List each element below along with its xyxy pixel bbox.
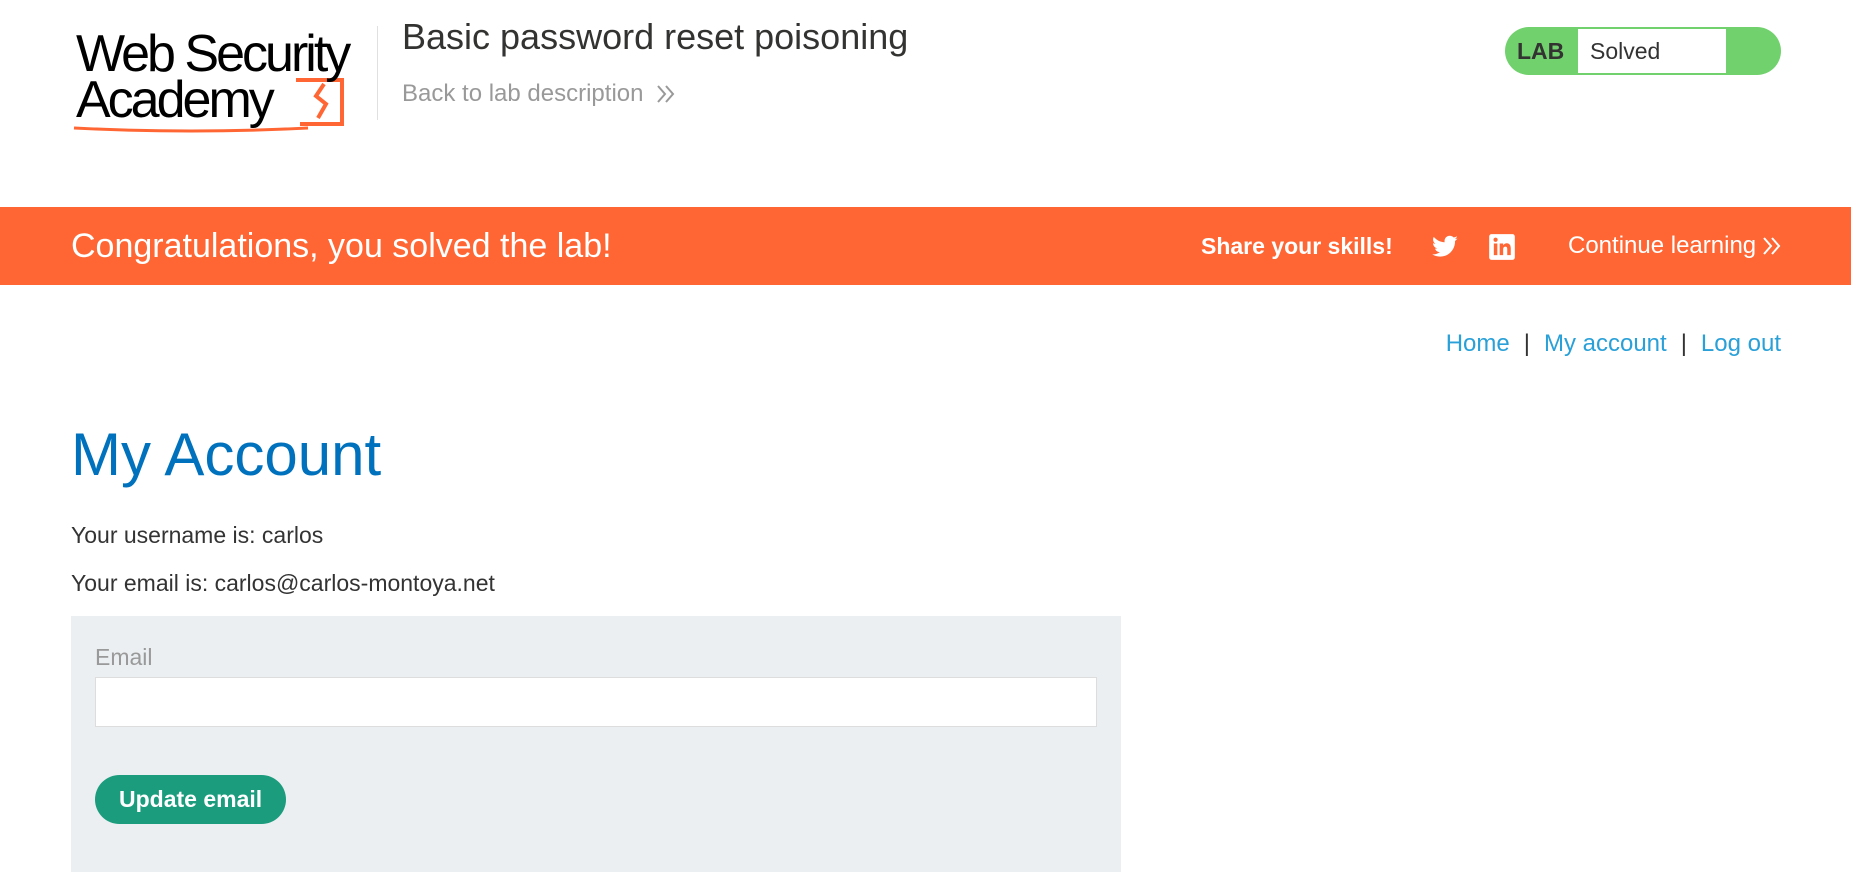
nav-separator: | [1680, 330, 1687, 357]
change-email-form: Email Update email [71, 616, 1121, 872]
lab-header: Web Security Academy Basic password rese… [0, 0, 1851, 206]
lab-title-block: Basic password reset poisoning Back to l… [402, 14, 908, 108]
my-account-link[interactable]: My account [1544, 330, 1667, 357]
lab-status-widget: LAB Solved [1505, 27, 1781, 75]
log-out-link[interactable]: Log out [1701, 330, 1781, 357]
solved-banner: Congratulations, you solved the lab! Sha… [0, 207, 1851, 285]
lab-status-label: LAB [1517, 38, 1565, 64]
email-label: Email [95, 644, 153, 670]
account-nav: Home | My account | Log out [1446, 330, 1781, 358]
double-chevron-right-icon [657, 85, 675, 103]
double-chevron-right-icon [1763, 237, 1781, 255]
back-link-label: Back to lab description [402, 80, 644, 107]
twitter-icon[interactable] [1431, 233, 1459, 261]
academy-logo[interactable]: Web Security Academy [72, 24, 377, 134]
logo-text-line2: Academy [76, 71, 275, 129]
username-info: Your username is: carlos [71, 522, 324, 548]
continue-learning-link[interactable]: Continue learning [1568, 207, 1782, 285]
header-divider [377, 26, 378, 120]
linkedin-icon[interactable] [1488, 233, 1516, 261]
lab-status-value: Solved [1578, 29, 1726, 73]
email-input[interactable] [95, 677, 1097, 727]
nav-separator: | [1523, 330, 1530, 357]
share-skills-label: Share your skills! [1201, 233, 1393, 259]
continue-learning-label: Continue learning [1568, 232, 1757, 259]
email-info: Your email is: carlos@carlos-montoya.net [71, 570, 495, 596]
update-email-button[interactable]: Update email [95, 775, 287, 824]
back-to-lab-description-link[interactable]: Back to lab description [402, 80, 677, 108]
page-title: My Account [71, 421, 382, 488]
lab-title: Basic password reset poisoning [402, 16, 909, 57]
congratulations-message: Congratulations, you solved the lab! [71, 227, 612, 265]
home-link[interactable]: Home [1446, 330, 1510, 357]
